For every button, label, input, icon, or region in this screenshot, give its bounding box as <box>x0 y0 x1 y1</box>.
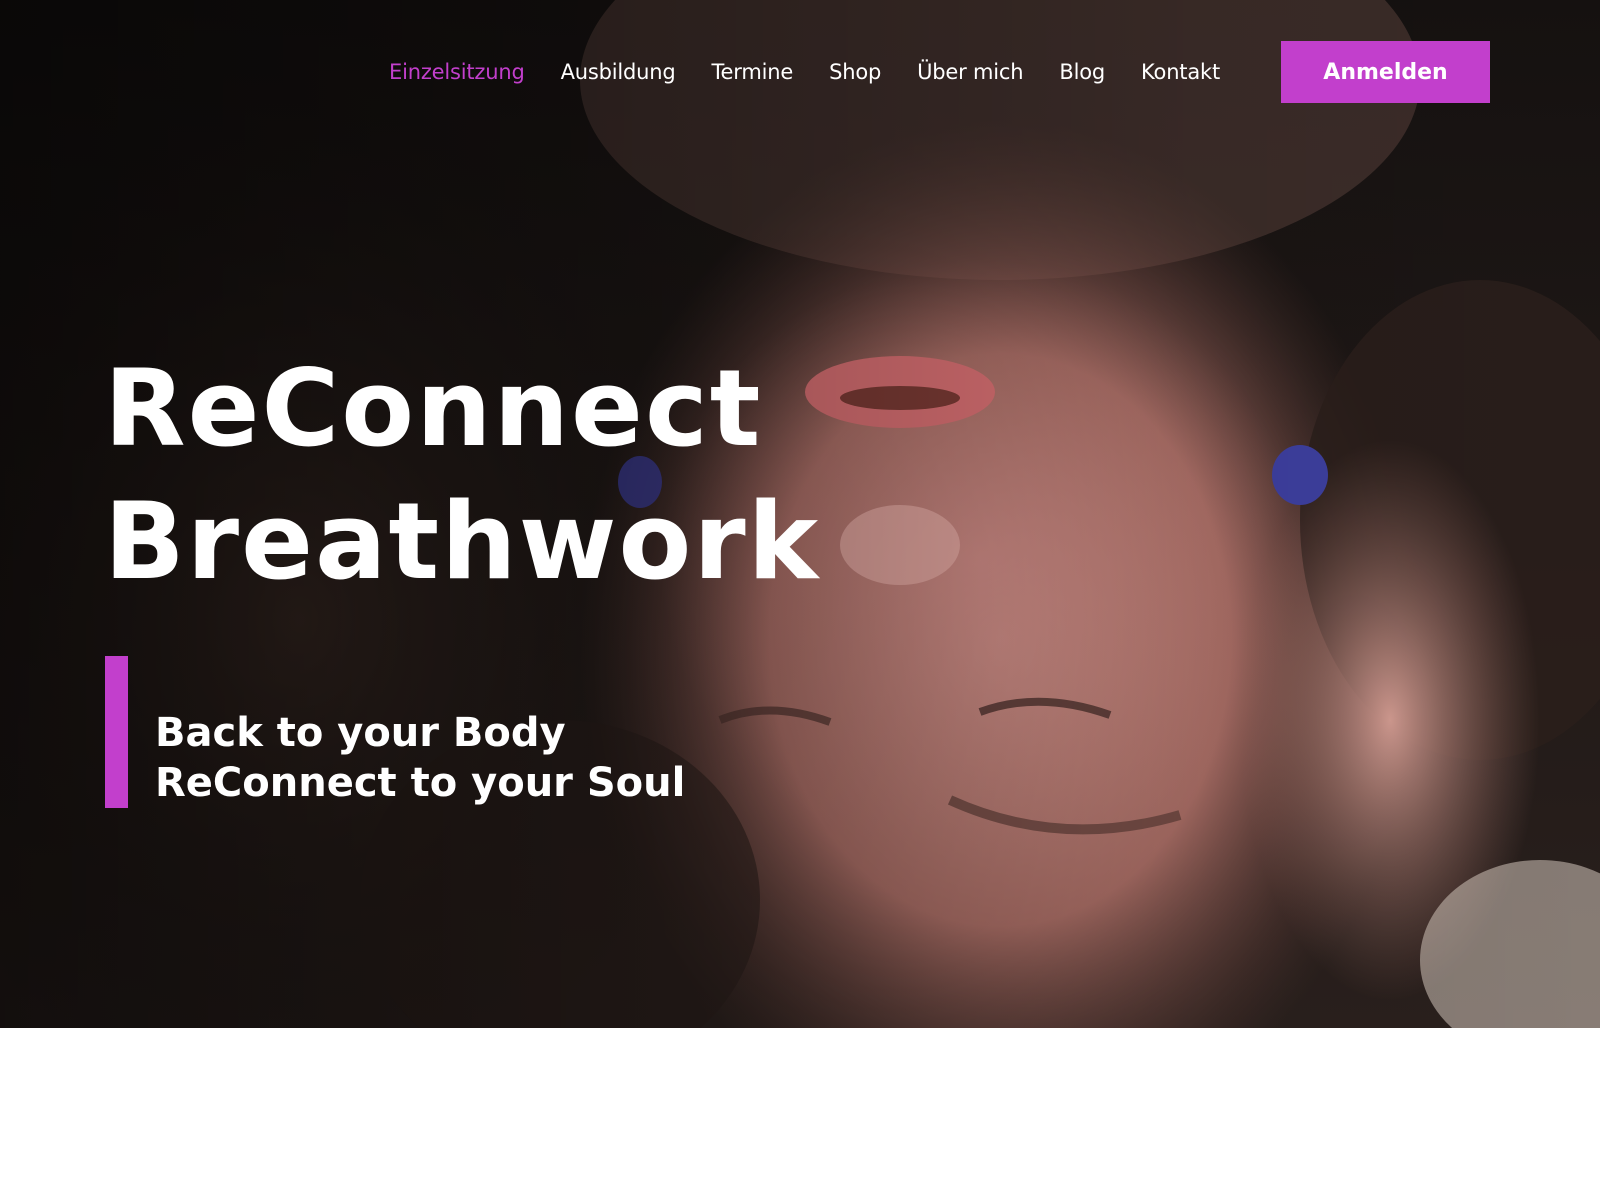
nav-item-einzelsitzung: Einzelsitzung <box>389 60 525 84</box>
nav-item-shop: Shop <box>829 60 881 84</box>
nav-item-blog: Blog <box>1059 60 1105 84</box>
tagline-block: Back to your Body ReConnect to your Soul <box>105 656 805 808</box>
content-area <box>0 1028 1600 1200</box>
tagline-line-1: Back to your Body <box>155 710 566 756</box>
nav-link-blog[interactable]: Blog <box>1059 60 1105 84</box>
hero-title-line-1: ReConnect <box>104 347 763 470</box>
tagline-line-2: ReConnect to your Soul <box>155 760 686 806</box>
login-button[interactable]: Anmelden <box>1281 41 1490 103</box>
hero-tagline: Back to your Body ReConnect to your Soul <box>155 708 685 808</box>
nav-menu: Einzelsitzung Ausbildung Termine Shop Üb… <box>389 40 1220 104</box>
nav-item-kontakt: Kontakt <box>1141 60 1220 84</box>
hero-title: ReConnect Breathwork <box>104 342 820 608</box>
hero-title-line-2: Breathwork <box>104 480 821 603</box>
nav-item-termine: Termine <box>712 60 794 84</box>
nav-link-shop[interactable]: Shop <box>829 60 881 84</box>
nav-link-kontakt[interactable]: Kontakt <box>1141 60 1220 84</box>
main-navigation: Einzelsitzung Ausbildung Termine Shop Üb… <box>0 40 1600 104</box>
nav-link-ueber-mich[interactable]: Über mich <box>917 60 1023 84</box>
nav-item-ueber-mich: Über mich <box>917 60 1023 84</box>
nav-link-termine[interactable]: Termine <box>712 60 794 84</box>
nav-link-einzelsitzung[interactable]: Einzelsitzung <box>389 60 525 84</box>
nav-item-ausbildung: Ausbildung <box>561 60 676 84</box>
hero-section: Einzelsitzung Ausbildung Termine Shop Üb… <box>0 0 1600 1028</box>
tagline-accent-bar <box>105 656 128 808</box>
nav-link-ausbildung[interactable]: Ausbildung <box>561 60 676 84</box>
